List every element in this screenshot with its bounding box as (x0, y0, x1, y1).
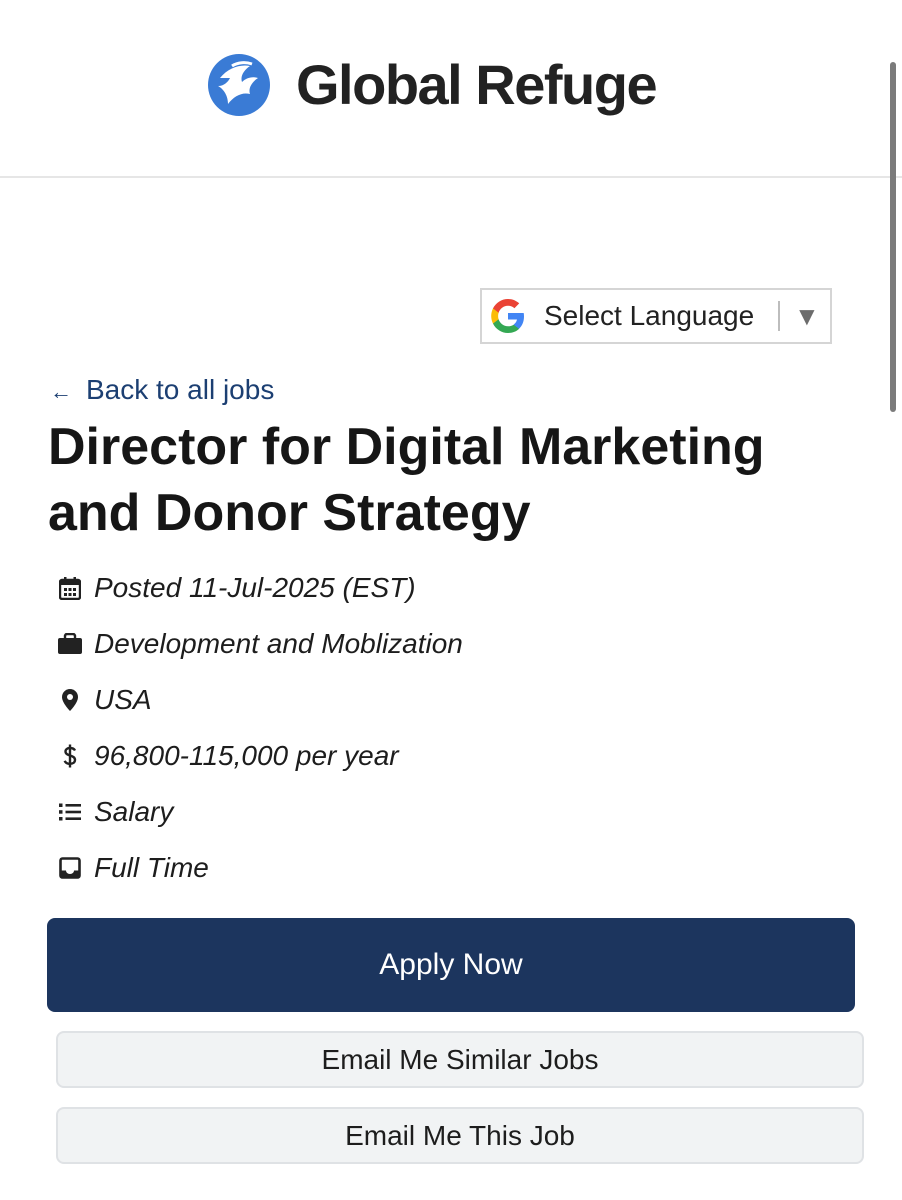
logo-text: Global Refuge (296, 53, 658, 116)
job-meta-employment-type: Full Time (50, 840, 463, 896)
location-pin-icon (50, 672, 90, 728)
back-to-jobs-link[interactable]: ← Back to all jobs (50, 374, 274, 406)
job-meta-list: Posted 11-Jul-2025 (EST) Development and… (50, 560, 463, 896)
language-select[interactable]: Select Language ▼ (480, 288, 832, 344)
dollar-icon (50, 728, 90, 784)
job-pay-type: Salary (94, 796, 174, 827)
language-select-label: Select Language (544, 300, 755, 331)
dropdown-arrow-icon: ▼ (794, 301, 820, 331)
site-header: Global Refuge (0, 0, 902, 178)
google-g-icon (491, 299, 524, 333)
job-employment-type: Full Time (94, 852, 209, 883)
left-arrow-icon: ← (50, 379, 72, 404)
email-similar-jobs-button[interactable]: Email Me Similar Jobs (56, 1031, 864, 1088)
language-select-divider (778, 301, 780, 331)
job-meta-posted: Posted 11-Jul-2025 (EST) (50, 560, 463, 616)
apply-now-button[interactable]: Apply Now (47, 918, 855, 1012)
list-icon (50, 784, 90, 840)
scrollbar[interactable] (890, 62, 896, 412)
site-logo[interactable]: Global Refuge (206, 52, 658, 118)
inbox-icon (50, 840, 90, 896)
job-posted-date: Posted 11-Jul-2025 (EST) (94, 572, 416, 603)
job-meta-location: USA (50, 672, 463, 728)
back-link-label: Back to all jobs (86, 374, 275, 405)
briefcase-icon (50, 616, 90, 672)
email-this-job-button[interactable]: Email Me This Job (56, 1107, 864, 1164)
job-meta-pay-type: Salary (50, 784, 463, 840)
job-meta-department: Development and Moblization (50, 616, 463, 672)
globe-flame-logo-icon (208, 54, 270, 116)
job-title: Director for Digital Marketing and Donor… (48, 418, 765, 542)
calendar-icon (50, 560, 90, 616)
job-detail-page: Global Refuge Select Language ▼ ← Back t… (0, 0, 902, 1200)
job-department: Development and Moblization (94, 628, 463, 659)
job-pay-range: 96,800-115,000 per year (94, 740, 399, 771)
job-meta-pay: 96,800-115,000 per year (50, 728, 463, 784)
job-location: USA (94, 684, 152, 715)
